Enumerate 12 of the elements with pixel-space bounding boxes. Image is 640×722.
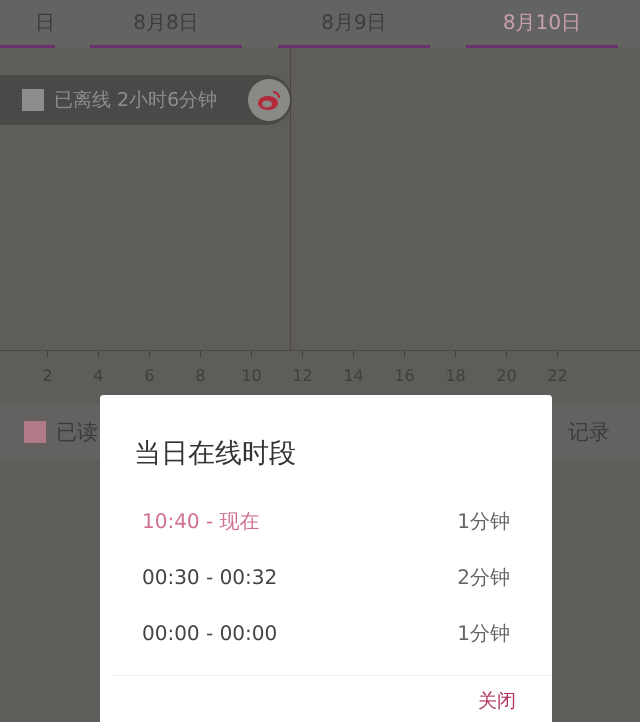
checkbox[interactable] (22, 89, 44, 111)
time-range: 10:40 - 现在 (142, 508, 260, 534)
close-button[interactable]: 关闭 (474, 684, 520, 718)
time-range: 00:00 - 00:00 (142, 621, 278, 645)
app-icon (248, 79, 290, 121)
date-tab[interactable]: 8月10日 (466, 0, 618, 48)
dialog-title: 当日在线时段 (134, 437, 297, 471)
tooltip-text: 已离线 2小时6分钟 (54, 88, 218, 113)
duration: 1分钟 (457, 620, 510, 646)
time-range: 00:30 - 00:32 (142, 565, 278, 589)
duration: 1分钟 (457, 508, 510, 534)
duration: 2分钟 (457, 564, 510, 590)
